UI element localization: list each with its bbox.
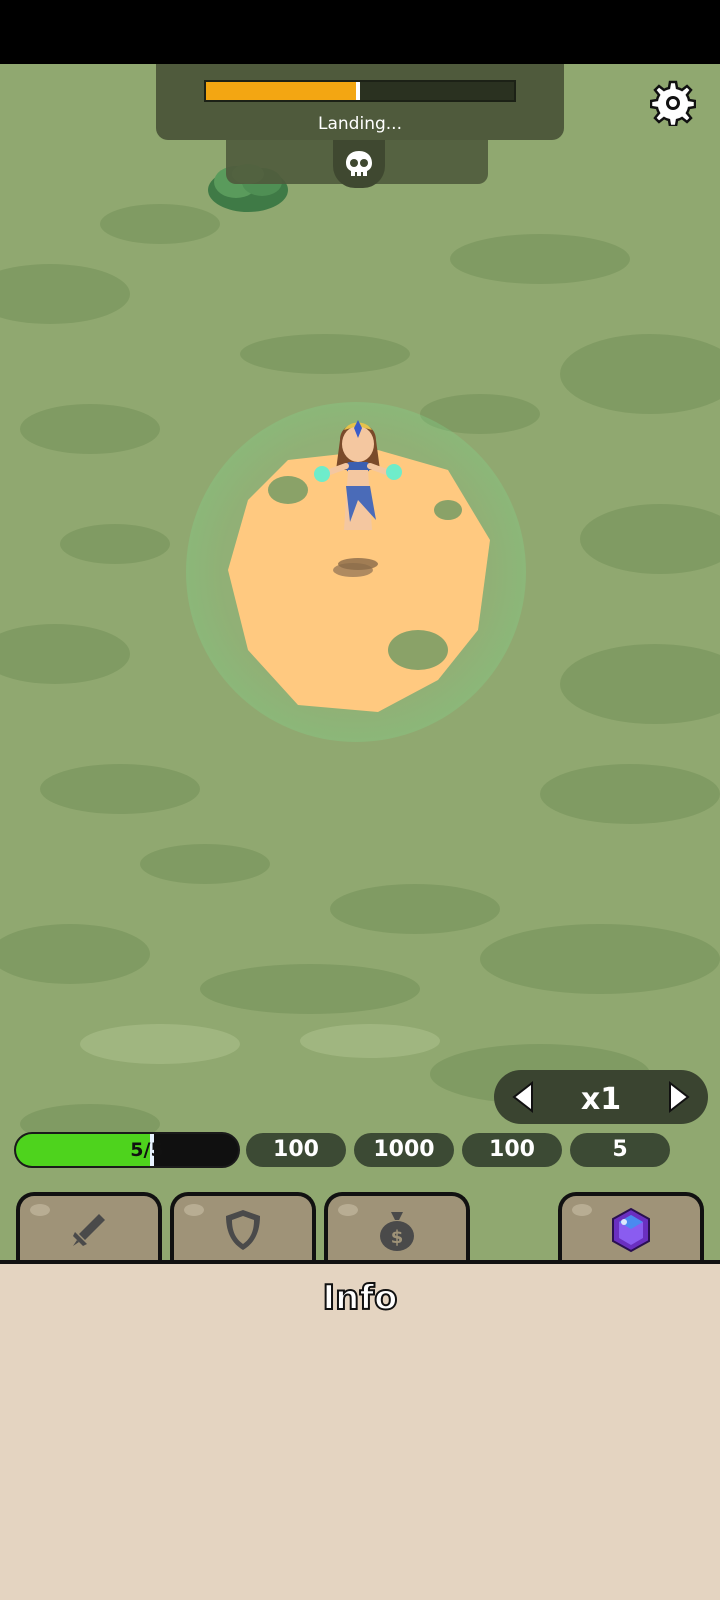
stat-gold: 100 [462,1133,562,1167]
gear-icon [650,80,696,126]
purple-gem-icon [612,1207,650,1253]
boss-indicator [333,140,385,188]
tab-attack[interactable] [16,1192,162,1264]
info-panel: Info [0,1260,720,1600]
speed-multiplier: x1 [580,1082,622,1117]
stat-attack: 100 [246,1133,346,1167]
wave-progress-bar [204,80,516,102]
hero-character[interactable] [310,410,406,580]
stat-gems: 5 [570,1133,670,1167]
money-bag-icon: $ [380,1212,414,1251]
game-speed-control: x1 [494,1070,708,1124]
health-text: 5/5 [130,1139,164,1161]
shield-icon [226,1210,260,1250]
tab-defense[interactable] [170,1192,316,1264]
status-bar [0,0,720,64]
svg-text:$: $ [391,1227,404,1248]
speed-decrease-button[interactable] [508,1080,538,1114]
tab-economy[interactable]: $ [324,1192,470,1264]
hero-health-bar: 5/5 [14,1132,240,1168]
speed-increase-button[interactable] [664,1080,694,1114]
info-title: Info [321,1277,398,1319]
tab-gems[interactable] [558,1192,704,1264]
wave-progress-fill [206,82,360,100]
settings-button[interactable] [648,78,698,128]
wave-status-text: Landing... [318,114,402,134]
skull-icon [346,151,372,176]
sword-icon [73,1214,105,1246]
stat-defense: 1000 [354,1133,454,1167]
